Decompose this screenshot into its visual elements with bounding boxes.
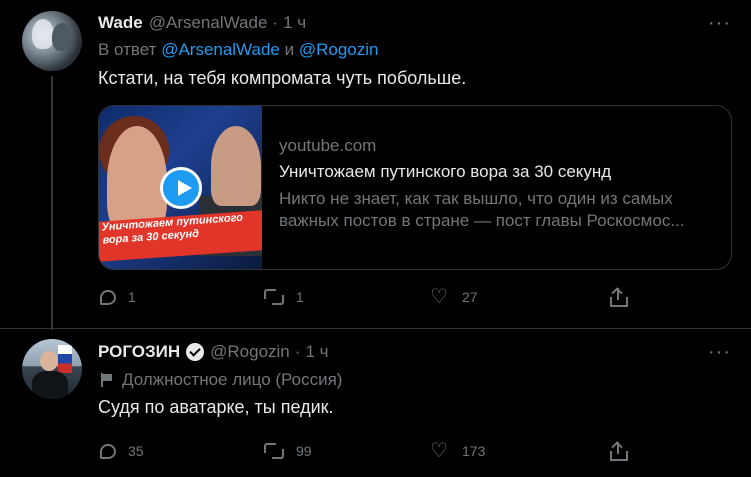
like-button[interactable]: ♡ 27 bbox=[430, 287, 478, 307]
share-icon bbox=[608, 287, 628, 307]
avatar-figure bbox=[52, 23, 72, 51]
government-label[interactable]: Должностное лицо (Россия) bbox=[98, 369, 731, 391]
separator-dot: · bbox=[294, 342, 301, 361]
thumb-man bbox=[211, 126, 261, 206]
retweet-button[interactable]: 99 bbox=[264, 441, 312, 461]
share-icon bbox=[608, 441, 628, 461]
avatar-rogozin[interactable] bbox=[22, 339, 82, 399]
thread-line bbox=[51, 76, 53, 330]
like-count: 173 bbox=[462, 443, 486, 459]
tweet-text: Судя по аватарке, ты педик. bbox=[98, 397, 334, 417]
reply-to-line: В ответ @ArsenalWade и @Rogozin bbox=[98, 40, 731, 62]
avatar-head bbox=[40, 351, 58, 371]
tweet-header: Wade @ArsenalWade · 1 ч bbox=[98, 12, 731, 34]
reply-count: 1 bbox=[128, 289, 136, 305]
user-name[interactable]: Wade bbox=[98, 13, 143, 33]
tweet-text: Кстати, на тебя компромата чуть побольше… bbox=[98, 68, 467, 88]
heart-icon: ♡ bbox=[430, 286, 448, 308]
reply-icon bbox=[100, 443, 116, 459]
link-card[interactable]: Уничтожаем путинского вора за 30 секунд … bbox=[98, 105, 732, 270]
government-label-text: Должностное лицо (Россия) bbox=[122, 370, 343, 389]
user-name[interactable]: РОГОЗИН bbox=[98, 342, 180, 362]
more-options-icon[interactable]: ··· bbox=[708, 341, 731, 363]
video-thumbnail[interactable]: Уничтожаем путинского вора за 30 секунд bbox=[99, 106, 262, 269]
flag-icon bbox=[100, 373, 114, 387]
card-domain: youtube.com bbox=[279, 136, 377, 155]
retweet-count: 1 bbox=[296, 289, 304, 305]
retweet-count: 99 bbox=[296, 443, 312, 459]
retweet-icon bbox=[264, 287, 284, 307]
tweet-rogozin[interactable]: РОГОЗИН @Rogozin · 1 ч ··· Должностное л… bbox=[0, 329, 751, 477]
like-count: 27 bbox=[462, 289, 478, 305]
user-handle[interactable]: @ArsenalWade bbox=[149, 13, 268, 33]
tweet-time[interactable]: 1 ч bbox=[305, 342, 328, 362]
heart-icon: ♡ bbox=[430, 440, 448, 462]
mention-link[interactable]: @Rogozin bbox=[299, 40, 379, 59]
play-icon[interactable] bbox=[160, 167, 202, 209]
separator-dot: · bbox=[272, 13, 279, 32]
reply-and: и bbox=[284, 40, 295, 59]
card-title: Уничтожаем путинского вора за 30 секунд bbox=[279, 162, 612, 181]
retweet-icon bbox=[264, 441, 284, 461]
retweet-button[interactable]: 1 bbox=[264, 287, 304, 307]
reply-button[interactable]: 35 bbox=[100, 443, 144, 459]
reply-prefix: В ответ bbox=[98, 40, 157, 59]
tweet-content: РОГОЗИН @Rogozin · 1 ч ··· Должностное л… bbox=[98, 341, 731, 421]
avatar-body bbox=[32, 371, 68, 399]
like-button[interactable]: ♡ 173 bbox=[430, 441, 485, 461]
reply-button[interactable]: 1 bbox=[100, 289, 136, 305]
card-description: Никто не знает, как так вышло, что один … bbox=[279, 189, 685, 230]
avatar-flag bbox=[58, 345, 72, 373]
tweet-wade[interactable]: Wade @ArsenalWade · 1 ч ··· В ответ @Ars… bbox=[0, 0, 751, 330]
card-body: youtube.com Уничтожаем путинского вора з… bbox=[279, 136, 719, 232]
user-handle[interactable]: @Rogozin bbox=[210, 342, 290, 362]
tweet-actions: 35 99 ♡ 173 bbox=[100, 439, 751, 463]
avatar-wade[interactable] bbox=[22, 11, 82, 71]
reply-icon bbox=[100, 289, 116, 305]
mention-link[interactable]: @ArsenalWade bbox=[161, 40, 280, 59]
avatar-figure bbox=[32, 19, 54, 49]
share-button[interactable] bbox=[608, 441, 640, 461]
tweet-actions: 1 1 ♡ 27 bbox=[100, 285, 751, 309]
more-options-icon[interactable]: ··· bbox=[708, 12, 731, 34]
tweet-time[interactable]: 1 ч bbox=[283, 13, 306, 33]
tweet-content: Wade @ArsenalWade · 1 ч ··· В ответ @Ars… bbox=[98, 12, 731, 92]
tweet-header: РОГОЗИН @Rogozin · 1 ч bbox=[98, 341, 731, 363]
reply-count: 35 bbox=[128, 443, 144, 459]
verified-badge-icon bbox=[186, 343, 205, 361]
share-button[interactable] bbox=[608, 287, 640, 307]
